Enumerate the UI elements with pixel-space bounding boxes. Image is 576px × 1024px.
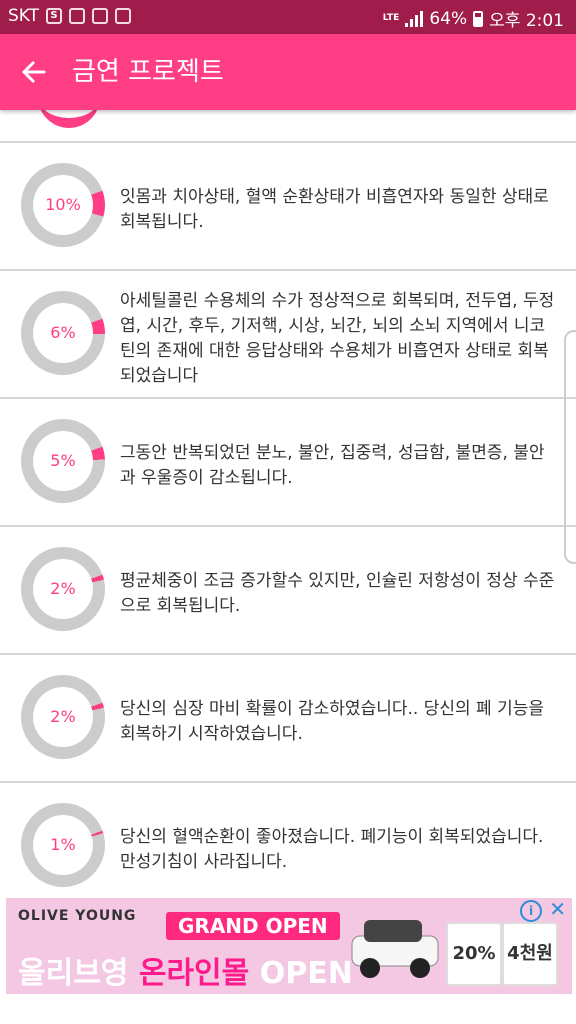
clock: 오후 2:01 <box>489 11 564 31</box>
samsung-pay-icon: S <box>46 8 63 24</box>
item-description: 당신의 심장 마비 확률이 감소하였습니다.. 당신의 폐 기능을 회복하기 시… <box>120 699 544 744</box>
ad-banner[interactable]: OLIVE YOUNG GRAND OPEN 올리브영 온라인몰 OPEN 20… <box>6 898 572 994</box>
progress-ring: 6% <box>21 291 105 375</box>
progress-ring: 2% <box>21 547 105 631</box>
ad-headline: 올리브영 온라인몰 OPEN <box>18 948 353 992</box>
list-item: 10% 잇몸과 치아상태, 혈액 순환상태가 비흡연자와 동일한 상태로 회복됩니… <box>0 141 576 271</box>
list-item: 2% 당신의 심장 마비 확률이 감소하였습니다.. 당신의 폐 기능을 회복하기… <box>0 653 576 783</box>
carrier-label: SKT <box>8 6 40 26</box>
car-image <box>346 912 442 982</box>
percent-label: 2% <box>50 707 76 726</box>
page-title: 금연 프로젝트 <box>72 57 224 87</box>
scroll-indicator[interactable] <box>564 330 576 564</box>
item-description: 그동안 반복되었던 분노, 불안, 집중력, 성급함, 불면증, 불안과 우울증… <box>120 443 545 488</box>
item-description: 당신의 혈액순환이 좋아졌습니다. 폐기능이 회복되었습니다. 만성기침이 사라… <box>120 827 544 872</box>
battery-percent: 64% <box>429 8 468 29</box>
calendar-icon <box>115 8 132 24</box>
percent-label: 5% <box>50 451 76 470</box>
ad-brand: OLIVE YOUNG <box>18 908 137 924</box>
ad-badge: GRAND OPEN <box>166 912 340 940</box>
list-item: 2% 평균체중이 조금 증가할수 있지만, 인슐린 저항성이 정상 수준으로 회복… <box>0 525 576 655</box>
item-description: 평균체중이 조금 증가할수 있지만, 인슐린 저항성이 정상 수준으로 회복됩니… <box>120 571 555 616</box>
progress-ring <box>38 110 100 128</box>
recovery-list[interactable]: 10% 잇몸과 치아상태, 혈액 순환상태가 비흡연자와 동일한 상태로 회복됩니… <box>0 110 576 896</box>
progress-ring: 5% <box>21 419 105 503</box>
notification-icon <box>69 8 86 24</box>
ad-headline-c: OPEN <box>259 956 353 991</box>
ad-close-icon[interactable]: ✕ <box>549 898 566 920</box>
status-bar: SKT S LTE 64% 오후 2:01 <box>0 0 576 34</box>
gallery-icon <box>92 8 109 24</box>
percent-label: 6% <box>50 323 76 342</box>
ad-headline-a: 올리브영 <box>18 956 129 991</box>
lte-icon: LTE <box>382 13 400 23</box>
percent-label: 2% <box>50 579 76 598</box>
progress-ring: 10% <box>21 163 105 247</box>
item-description: 아세틸콜린 수용체의 수가 정상적으로 회복되며, 전두엽, 두정엽, 시간, … <box>120 291 555 386</box>
ad-coupon-1: 20% <box>446 922 502 986</box>
progress-ring: 1% <box>21 803 105 887</box>
progress-ring: 2% <box>21 675 105 759</box>
signal-icon <box>405 10 424 27</box>
list-item: 5% 그동안 반복되었던 분노, 불안, 집중력, 성급함, 불면증, 불안과 우… <box>0 397 576 527</box>
ad-info-icon[interactable]: i <box>520 900 542 922</box>
battery-icon <box>473 10 484 27</box>
percent-label: 1% <box>50 835 76 854</box>
percent-label: 10% <box>45 195 81 214</box>
back-arrow-icon[interactable] <box>20 58 48 86</box>
list-item: 6% 아세틸콜린 수용체의 수가 정상적으로 회복되며, 전두엽, 두정엽, 시간… <box>0 269 576 399</box>
ad-coupon-2: 4천원 <box>502 922 558 986</box>
ad-headline-b: 온라인몰 <box>138 956 250 991</box>
app-bar: 금연 프로젝트 <box>0 34 576 110</box>
item-description: 잇몸과 치아상태, 혈액 순환상태가 비흡연자와 동일한 상태로 회복됩니다. <box>120 187 549 232</box>
list-item: 1% 당신의 혈액순환이 좋아졌습니다. 폐기능이 회복되었습니다. 만성기침이 … <box>0 781 576 896</box>
